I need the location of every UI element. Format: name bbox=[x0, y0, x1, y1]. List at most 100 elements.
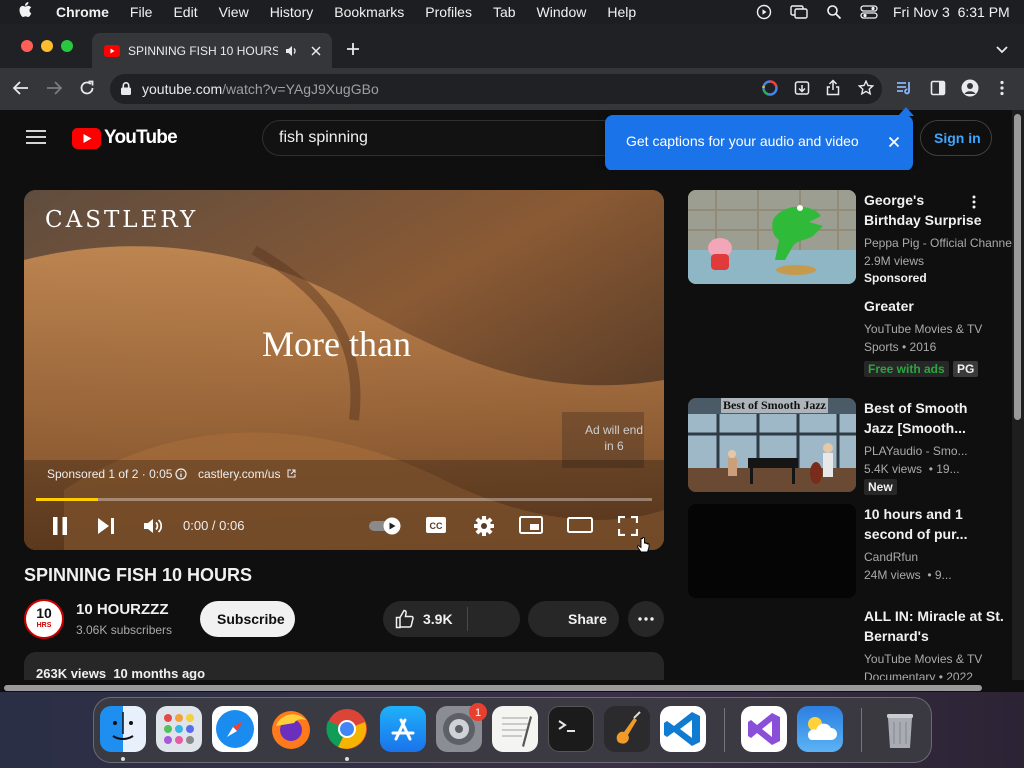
youtube-logo[interactable]: YouTube bbox=[72, 127, 178, 149]
menu-help[interactable]: Help bbox=[607, 4, 636, 20]
chrome-icon[interactable] bbox=[324, 706, 370, 752]
miniplayer-icon[interactable] bbox=[519, 516, 543, 534]
subtitles-icon[interactable]: CC bbox=[425, 516, 447, 534]
close-popup-icon[interactable] bbox=[888, 136, 900, 148]
zoom-window-button[interactable] bbox=[61, 40, 73, 52]
forward-icon[interactable] bbox=[46, 81, 62, 95]
rec-thumbnail-black[interactable] bbox=[688, 504, 856, 598]
media-play-icon[interactable] bbox=[756, 4, 772, 20]
minimize-window-button[interactable] bbox=[41, 40, 53, 52]
finder-icon[interactable] bbox=[100, 706, 146, 752]
progress-bar[interactable] bbox=[36, 498, 652, 501]
rec-channel[interactable]: PLAYaudio - Smo... bbox=[864, 442, 968, 460]
launchpad-icon[interactable] bbox=[156, 706, 202, 752]
safari-icon[interactable] bbox=[212, 706, 258, 752]
rec-thumbnail-jazz[interactable]: Best of Smooth Jazz bbox=[688, 398, 856, 492]
trash-icon[interactable] bbox=[877, 706, 923, 752]
menu-clock[interactable]: Fri Nov 3 6:31 PM bbox=[893, 4, 1010, 20]
subscribe-button[interactable]: Subscribe bbox=[200, 601, 295, 637]
channel-avatar[interactable]: 10 HRS bbox=[24, 599, 64, 639]
fullscreen-icon[interactable] bbox=[618, 516, 638, 536]
reload-icon[interactable] bbox=[79, 80, 95, 96]
ad-site-link[interactable]: castlery.com/us bbox=[198, 467, 280, 481]
back-icon[interactable] bbox=[13, 81, 29, 95]
bookmark-star-icon[interactable] bbox=[858, 80, 874, 96]
rec-views: 5.4K views • 19... bbox=[864, 462, 960, 476]
rec-thumbnail-peppa[interactable] bbox=[688, 190, 856, 284]
visual-studio-icon[interactable] bbox=[741, 706, 787, 752]
app-store-icon[interactable] bbox=[380, 706, 426, 752]
weather-icon[interactable] bbox=[797, 706, 843, 752]
vertical-scroll-thumb[interactable] bbox=[1014, 114, 1021, 420]
rec-title[interactable]: ALL IN: Miracle at St. Bernard's bbox=[864, 606, 1004, 646]
new-tab-icon[interactable] bbox=[346, 42, 360, 56]
menu-bookmarks[interactable]: Bookmarks bbox=[334, 4, 404, 20]
textedit-icon[interactable] bbox=[492, 706, 538, 752]
volume-icon[interactable] bbox=[143, 516, 163, 536]
rec-title[interactable]: George's Birthday Surprise bbox=[864, 190, 984, 230]
ad-end-countdown: Ad will end in 6 bbox=[584, 423, 644, 453]
screen-mirroring-icon[interactable] bbox=[790, 4, 808, 20]
terminal-icon[interactable] bbox=[548, 706, 594, 752]
autoplay-toggle-icon[interactable] bbox=[368, 516, 402, 536]
rec-title[interactable]: Best of Smooth Jazz [Smooth... bbox=[864, 398, 994, 438]
menu-history[interactable]: History bbox=[270, 4, 314, 20]
firefox-icon[interactable] bbox=[268, 706, 314, 752]
menu-file[interactable]: File bbox=[130, 4, 153, 20]
channel-avatar-caption: HRS bbox=[36, 622, 52, 629]
control-center-icon[interactable] bbox=[860, 4, 878, 20]
vscode-icon[interactable] bbox=[660, 706, 706, 752]
peppa-pig-thumbnail bbox=[688, 190, 856, 284]
apple-icon[interactable] bbox=[18, 1, 32, 23]
rec-genre-year: Sports • 2016 bbox=[864, 340, 937, 354]
rec-channel[interactable]: YouTube Movies & TV bbox=[864, 320, 982, 338]
chrome-menu-icon[interactable] bbox=[999, 80, 1005, 96]
google-lens-icon[interactable] bbox=[762, 80, 778, 96]
install-app-icon[interactable] bbox=[794, 80, 810, 96]
video-player[interactable]: CASTLERY More than Ad will end in 6 Spon… bbox=[24, 190, 664, 550]
like-button[interactable]: 3.9K bbox=[383, 601, 467, 637]
rec-channel[interactable]: Peppa Pig - Official Channe bbox=[864, 234, 1012, 252]
theater-mode-icon[interactable] bbox=[567, 517, 593, 533]
next-icon[interactable] bbox=[97, 517, 115, 535]
tab-close-icon[interactable] bbox=[310, 45, 322, 57]
browser-tab[interactable]: SPINNING FISH 10 HOURS bbox=[92, 33, 332, 68]
settings-gear-icon[interactable] bbox=[473, 515, 495, 537]
share-page-icon[interactable] bbox=[826, 79, 840, 96]
spotlight-search-icon[interactable] bbox=[826, 4, 842, 20]
rec-more-icon[interactable] bbox=[972, 195, 976, 209]
side-panel-icon[interactable] bbox=[930, 80, 946, 96]
hamburger-menu-icon[interactable] bbox=[26, 129, 46, 145]
horizontal-scrollbar[interactable] bbox=[0, 680, 1024, 692]
menu-window[interactable]: Window bbox=[537, 4, 587, 20]
profile-icon[interactable] bbox=[961, 79, 979, 97]
garageband-icon[interactable] bbox=[604, 706, 650, 752]
search-input[interactable]: fish spinning bbox=[262, 120, 622, 156]
menu-tab[interactable]: Tab bbox=[493, 4, 516, 20]
menu-edit[interactable]: Edit bbox=[173, 4, 197, 20]
tab-search-icon[interactable] bbox=[996, 45, 1008, 55]
rec-channel[interactable]: YouTube Movies & TV bbox=[864, 650, 982, 668]
close-window-button[interactable] bbox=[21, 40, 33, 52]
ad-info-icon[interactable] bbox=[175, 468, 187, 480]
menu-chrome[interactable]: Chrome bbox=[56, 4, 109, 20]
channel-name[interactable]: 10 HOURZZZ bbox=[76, 601, 169, 618]
rec-title[interactable]: Greater bbox=[864, 296, 914, 316]
caption-promo-text: Get captions for your audio and video bbox=[626, 133, 859, 149]
menu-view[interactable]: View bbox=[219, 4, 249, 20]
tab-audio-icon[interactable] bbox=[284, 44, 298, 58]
vertical-scrollbar[interactable] bbox=[1012, 110, 1024, 686]
more-actions-button[interactable] bbox=[628, 601, 664, 637]
rec-channel[interactable]: CandRfun bbox=[864, 548, 918, 566]
pause-icon[interactable] bbox=[52, 517, 68, 535]
media-control-icon[interactable] bbox=[896, 80, 914, 96]
sign-in-button[interactable]: Sign in bbox=[920, 120, 992, 156]
lock-icon[interactable] bbox=[120, 81, 132, 96]
horizontal-scroll-thumb[interactable] bbox=[4, 685, 982, 691]
share-button[interactable]: Share bbox=[528, 601, 619, 637]
rec-title[interactable]: 10 hours and 1 second of pur... bbox=[864, 504, 994, 544]
menu-profiles[interactable]: Profiles bbox=[425, 4, 472, 20]
ad-overlay-text: More than bbox=[262, 324, 411, 364]
youtube-logo-text: YouTube bbox=[104, 127, 178, 148]
dislike-button[interactable] bbox=[468, 601, 520, 637]
